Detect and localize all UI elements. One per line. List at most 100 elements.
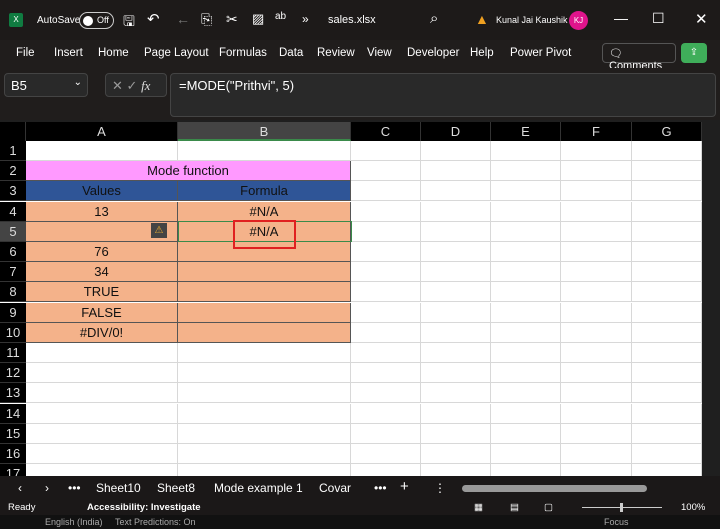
row-header[interactable]: 3 — [0, 181, 26, 202]
empty-cell[interactable] — [178, 383, 351, 404]
avatar[interactable]: KJ — [569, 11, 588, 30]
empty-cell[interactable] — [491, 201, 561, 222]
filename[interactable]: sales.xlsx — [328, 14, 376, 26]
row-header[interactable]: 14 — [0, 403, 26, 424]
empty-cell[interactable] — [26, 423, 178, 444]
tab-insert[interactable]: Insert — [54, 47, 83, 59]
empty-cell[interactable] — [561, 464, 632, 476]
empty-cell[interactable] — [561, 302, 632, 323]
tab-power-pivot[interactable]: Power Pivot — [510, 47, 571, 59]
chevron-down-icon[interactable]: ⌄ — [74, 77, 82, 88]
options-icon[interactable]: ⋮ — [434, 481, 446, 495]
empty-cell[interactable] — [632, 262, 702, 283]
next-sheet-icon[interactable]: › — [45, 481, 49, 495]
cut-icon[interactable]: ✂ — [226, 11, 238, 28]
row-header[interactable]: 6 — [0, 242, 26, 262]
empty-cell[interactable] — [351, 161, 421, 182]
sheet-tab[interactable]: Covar — [319, 481, 351, 495]
empty-cell[interactable] — [351, 322, 421, 343]
empty-cell[interactable] — [632, 221, 702, 242]
vertical-scrollbar[interactable] — [702, 122, 720, 476]
empty-cell[interactable] — [561, 322, 632, 343]
empty-cell[interactable] — [561, 363, 632, 384]
empty-cell[interactable] — [632, 464, 702, 476]
empty-cell[interactable] — [491, 141, 561, 161]
empty-cell[interactable] — [421, 363, 491, 384]
empty-cell[interactable] — [351, 423, 421, 444]
empty-cell[interactable] — [561, 141, 632, 161]
minimize-icon[interactable]: — — [614, 10, 628, 26]
empty-cell[interactable] — [351, 464, 421, 476]
value-cell[interactable]: 34 — [26, 262, 178, 283]
normal-view-icon[interactable]: ▦ — [474, 502, 483, 513]
empty-cell[interactable] — [632, 201, 702, 222]
warning-icon[interactable]: ⚠ — [151, 223, 167, 238]
empty-cell[interactable] — [351, 302, 421, 323]
spreadsheet-grid[interactable]: A B C D E F G 1 2 3 4 5 6 7 8 9 10 11 12 13 14 15 16 17 … — [0, 122, 702, 476]
empty-cell[interactable] — [561, 403, 632, 424]
empty-cell[interactable] — [26, 383, 178, 404]
column-header-e[interactable]: E — [491, 122, 561, 141]
page-layout-icon[interactable]: ▤ — [510, 502, 519, 513]
empty-cell[interactable] — [491, 161, 561, 182]
empty-cell[interactable] — [491, 343, 561, 363]
empty-cell[interactable] — [351, 141, 421, 161]
empty-cell[interactable] — [491, 302, 561, 323]
empty-cell[interactable] — [421, 423, 491, 444]
empty-cell[interactable] — [351, 221, 421, 242]
empty-cell[interactable] — [351, 181, 421, 202]
empty-cell[interactable] — [561, 242, 632, 262]
empty-cell[interactable] — [491, 403, 561, 424]
empty-cell[interactable] — [632, 322, 702, 343]
formula-input[interactable]: =MODE("Prithvi", 5) — [170, 73, 716, 117]
empty-cell[interactable] — [491, 282, 561, 303]
empty-cell[interactable] — [561, 444, 632, 464]
empty-cell[interactable] — [632, 181, 702, 202]
sheet-tab[interactable]: Sheet10 — [96, 481, 141, 495]
row-header[interactable]: 1 — [0, 141, 26, 161]
empty-cell[interactable] — [491, 363, 561, 384]
empty-cell[interactable] — [421, 282, 491, 303]
value-cell[interactable]: #DIV/0! — [26, 322, 178, 343]
column-header-c[interactable]: C — [351, 122, 421, 141]
empty-cell[interactable] — [26, 141, 178, 161]
empty-cell[interactable] — [632, 383, 702, 404]
empty-cell[interactable] — [26, 403, 178, 424]
search-icon[interactable]: ⌕ — [430, 10, 438, 27]
empty-cell[interactable] — [491, 383, 561, 404]
empty-cell[interactable] — [351, 262, 421, 283]
empty-cell[interactable] — [421, 403, 491, 424]
empty-cell[interactable] — [632, 141, 702, 161]
empty-cell[interactable] — [351, 383, 421, 404]
warning-icon[interactable]: ▲ — [475, 11, 489, 27]
zoom-level[interactable]: 100% — [681, 502, 705, 513]
empty-cell[interactable] — [421, 383, 491, 404]
empty-cell[interactable] — [178, 363, 351, 384]
row-header[interactable]: 7 — [0, 262, 26, 283]
empty-cell[interactable] — [351, 242, 421, 262]
spelling-icon[interactable]: ab — [275, 11, 286, 22]
page-break-icon[interactable]: ▢ — [544, 502, 553, 513]
more-sheets-icon[interactable]: ••• — [68, 481, 81, 495]
tab-help[interactable]: Help — [470, 47, 494, 59]
row-header[interactable]: 15 — [0, 423, 26, 444]
empty-cell[interactable] — [351, 343, 421, 363]
name-box[interactable]: B5 ⌄ — [4, 73, 88, 97]
empty-cell[interactable] — [421, 221, 491, 242]
empty-cell[interactable] — [561, 201, 632, 222]
empty-cell[interactable] — [421, 302, 491, 323]
comments-button[interactable]: 🗨 Comments — [602, 43, 676, 72]
tab-data[interactable]: Data — [279, 47, 303, 59]
save-icon[interactable]: 🖫 — [123, 11, 135, 35]
empty-cell[interactable] — [26, 363, 178, 384]
empty-cell[interactable] — [561, 343, 632, 363]
row-header[interactable]: 4 — [0, 201, 26, 222]
empty-cell[interactable] — [421, 181, 491, 202]
value-cell[interactable]: 13 — [26, 201, 178, 222]
enter-icon[interactable]: ✓ — [127, 78, 138, 93]
more-sheets-icon[interactable]: ••• — [374, 481, 387, 495]
redo-icon[interactable]: ← — [176, 11, 190, 27]
copy-icon[interactable]: ⎘ — [201, 11, 212, 28]
empty-cell[interactable] — [632, 302, 702, 323]
prev-sheet-icon[interactable]: ‹ — [18, 481, 22, 495]
